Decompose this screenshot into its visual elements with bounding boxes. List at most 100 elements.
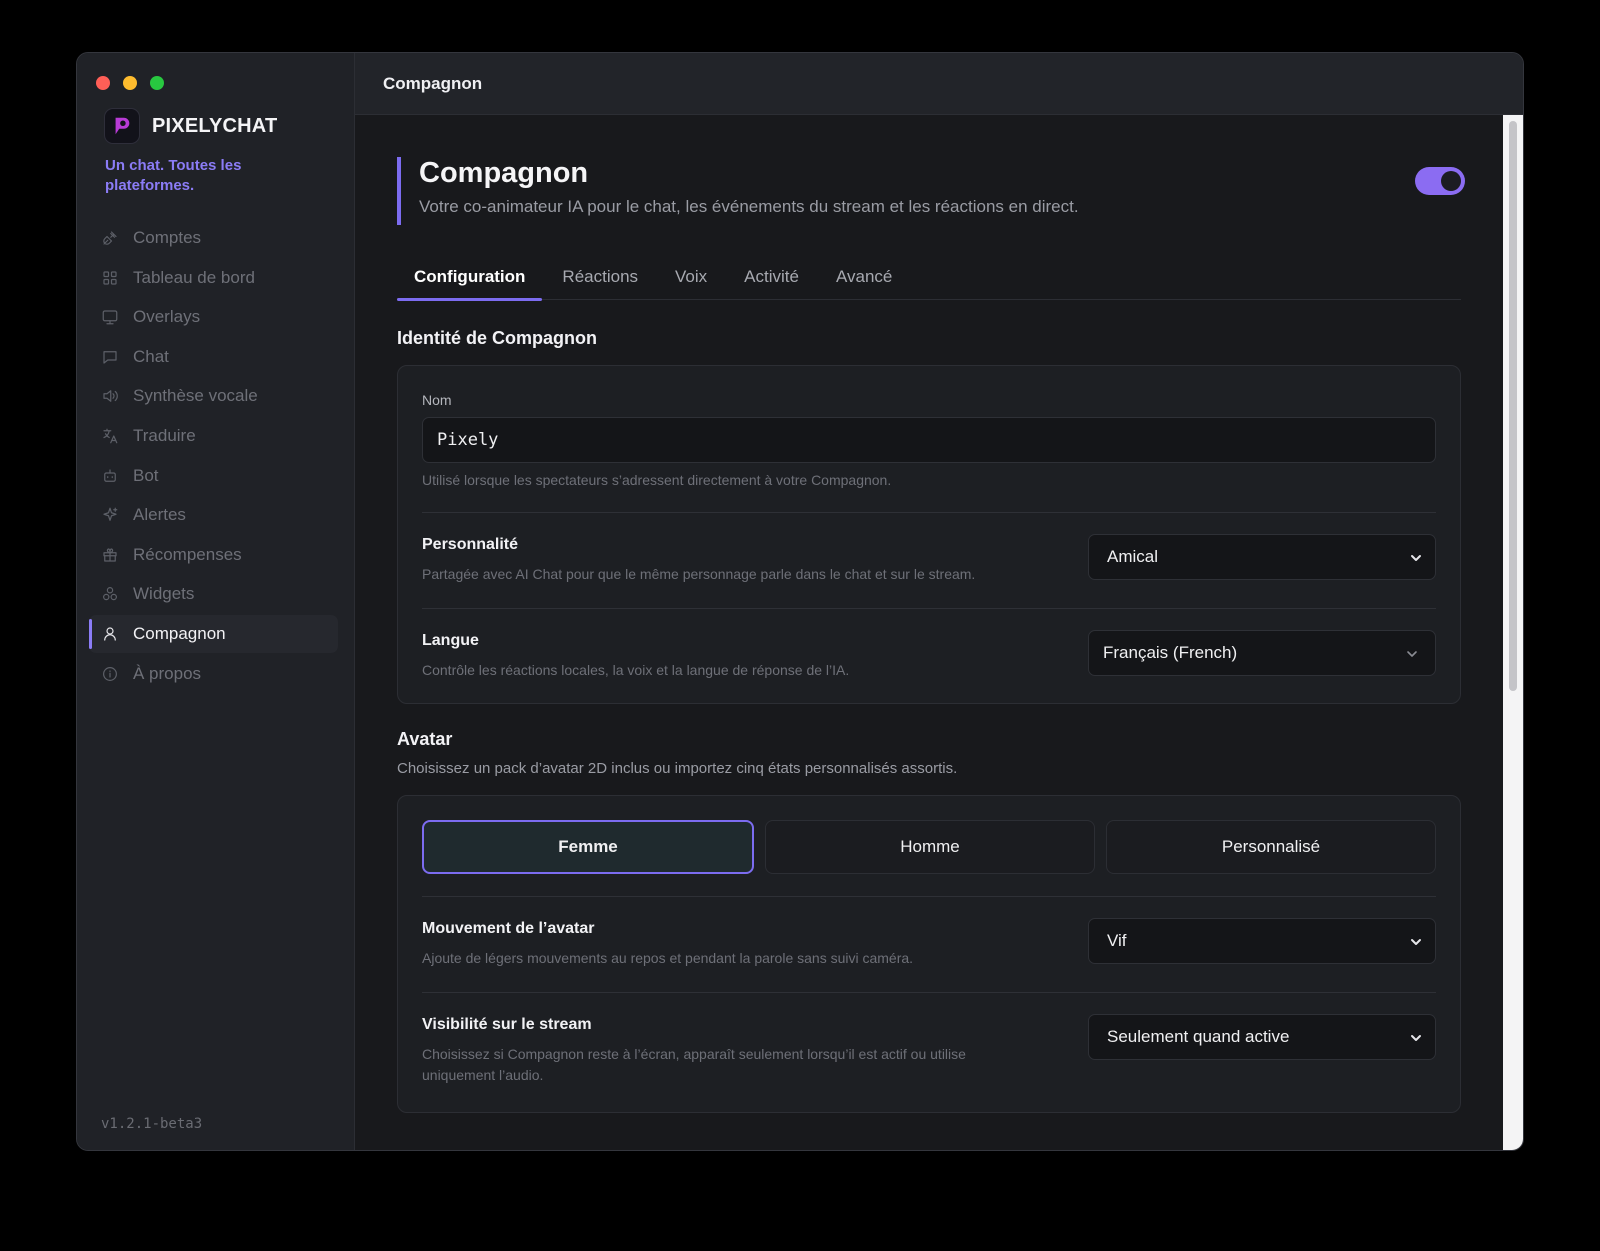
avatar-card: Femme Homme Personnalisé Mouvement de l’… bbox=[397, 795, 1461, 1113]
sidebar-item-label: Widgets bbox=[133, 584, 195, 604]
sidebar-item-recompenses[interactable]: Récompenses bbox=[89, 536, 338, 574]
companion-enable-toggle[interactable] bbox=[1415, 167, 1465, 195]
info-icon bbox=[103, 666, 117, 681]
avatar-option-personnalise[interactable]: Personnalisé bbox=[1106, 820, 1436, 874]
language-title: Langue bbox=[422, 632, 479, 649]
avatar-pack-selector: Femme Homme Personnalisé bbox=[422, 820, 1436, 874]
window-title: Compagnon bbox=[355, 53, 1523, 115]
chevron-down-icon bbox=[1409, 934, 1423, 954]
avatar-option-homme[interactable]: Homme bbox=[765, 820, 1095, 874]
identity-section-title: Identité de Compagnon bbox=[397, 328, 597, 348]
tab-configuration[interactable]: Configuration bbox=[397, 255, 543, 301]
content-scroll-area[interactable]: Compagnon Votre co-animateur IA pour le … bbox=[355, 115, 1503, 1150]
tab-reactions[interactable]: Réactions bbox=[545, 255, 655, 300]
chevron-down-icon bbox=[1409, 550, 1423, 570]
avatar-option-femme[interactable]: Femme bbox=[422, 820, 754, 874]
sidebar-item-compagnon[interactable]: Compagnon bbox=[89, 614, 338, 653]
chat-bubble-icon bbox=[103, 350, 117, 364]
robot-icon bbox=[104, 468, 116, 482]
sidebar-item-chat[interactable]: Chat bbox=[89, 338, 338, 376]
language-hint: Contrôle les réactions locales, la voix … bbox=[422, 662, 850, 678]
sidebar-item-label: Overlays bbox=[133, 307, 201, 327]
avatar-movement-hint: Ajoute de légers mouvements au repos et … bbox=[422, 950, 914, 966]
divider bbox=[422, 608, 1436, 609]
sidebar-item-overlays[interactable]: Overlays bbox=[89, 298, 338, 336]
sidebar-item-label: Compagnon bbox=[133, 623, 226, 643]
sidebar-item-widgets[interactable]: Widgets bbox=[89, 575, 338, 613]
sidebar-nav: Comptes Tableau de bord Overlays Chat Sy… bbox=[89, 219, 338, 694]
divider bbox=[422, 512, 1436, 513]
scrollbar-thumb[interactable] bbox=[1509, 121, 1517, 691]
translate-icon bbox=[103, 428, 118, 444]
avatar-movement-select-value: Vif bbox=[1107, 931, 1127, 950]
tab-bar: Configuration Réactions Voix Activité Av… bbox=[397, 255, 1461, 301]
main-panel: Compagnon Compagnon Votre co-animateur I… bbox=[355, 53, 1523, 1150]
sidebar-item-label: Bot bbox=[133, 465, 159, 485]
name-input[interactable] bbox=[422, 417, 1436, 463]
sidebar-item-bot[interactable]: Bot bbox=[89, 457, 338, 495]
sidebar-item-label: Chat bbox=[133, 346, 169, 366]
stream-visibility-title: Visibilité sur le stream bbox=[422, 1016, 592, 1033]
vertical-scrollbar[interactable] bbox=[1503, 115, 1523, 1150]
name-field-label: Nom bbox=[422, 392, 452, 408]
sidebar-item-label: Alertes bbox=[133, 505, 186, 525]
sidebar-item-label: Comptes bbox=[133, 228, 202, 247]
sidebar-item-label: Récompenses bbox=[133, 544, 242, 564]
page-title: Compagnon bbox=[419, 157, 589, 189]
stream-visibility-select[interactable]: Seulement quand active bbox=[1088, 1014, 1436, 1060]
window-controls bbox=[96, 76, 164, 90]
identity-card: Nom Utilisé lorsque les spectateurs s’ad… bbox=[397, 365, 1461, 704]
avatar-section-desc: Choisissez un pack d’avatar 2D inclus ou… bbox=[397, 760, 958, 777]
page-header: Compagnon Votre co-animateur IA pour le … bbox=[397, 157, 1465, 225]
monitor-icon bbox=[102, 310, 118, 325]
tab-voix[interactable]: Voix bbox=[658, 255, 724, 300]
avatar-section-title: Avatar bbox=[397, 729, 453, 749]
gift-icon bbox=[103, 548, 117, 562]
sidebar-item-synthese-vocale[interactable]: Synthèse vocale bbox=[89, 377, 338, 415]
toggle-knob bbox=[1441, 171, 1461, 191]
sidebar-item-tableau-de-bord[interactable]: Tableau de bord bbox=[89, 259, 338, 297]
sidebar: PIXELYCHAT Un chat. Toutes les plateform… bbox=[77, 53, 355, 1150]
personality-select[interactable]: Amical bbox=[1088, 534, 1436, 580]
divider bbox=[422, 992, 1436, 993]
app-logo-icon bbox=[104, 108, 140, 144]
sidebar-item-label: Tableau de bord bbox=[133, 267, 255, 287]
personality-select-value: Amical bbox=[1107, 547, 1159, 566]
sidebar-item-alertes[interactable]: Alertes bbox=[89, 496, 338, 534]
speaker-icon bbox=[103, 390, 118, 403]
tab-avance[interactable]: Avancé bbox=[819, 255, 909, 300]
zoom-window-button[interactable] bbox=[150, 76, 164, 90]
sidebar-item-traduire[interactable]: Traduire bbox=[89, 417, 338, 455]
personality-title: Personnalité bbox=[422, 536, 519, 553]
close-window-button[interactable] bbox=[96, 76, 110, 90]
chevron-down-icon bbox=[1405, 646, 1419, 666]
language-select[interactable]: Français (French) bbox=[1088, 630, 1436, 676]
tab-activite[interactable]: Activité bbox=[727, 255, 816, 300]
sidebar-item-comptes[interactable]: Comptes bbox=[89, 219, 338, 257]
minimize-window-button[interactable] bbox=[123, 76, 137, 90]
app-window: PIXELYCHAT Un chat. Toutes les plateform… bbox=[76, 52, 1524, 1151]
stream-visibility-hint: Choisissez si Compagnon reste à l’écran,… bbox=[422, 1046, 966, 1083]
plug-icon bbox=[103, 231, 117, 245]
chevron-down-icon bbox=[1409, 1030, 1423, 1050]
stream-visibility-select-value: Seulement quand active bbox=[1107, 1027, 1290, 1046]
sidebar-item-label: Synthèse vocale bbox=[133, 386, 258, 406]
sparkle-icon bbox=[103, 507, 118, 522]
avatar-movement-title: Mouvement de l’avatar bbox=[422, 920, 595, 937]
app-tagline: Un chat. Toutes les plateformes. bbox=[105, 157, 242, 194]
language-select-value: Français (French) bbox=[1103, 643, 1238, 662]
app-name: PIXELYCHAT bbox=[152, 114, 278, 137]
divider bbox=[422, 896, 1436, 897]
avatar-movement-select[interactable]: Vif bbox=[1088, 918, 1436, 964]
sidebar-item-label: À propos bbox=[133, 663, 202, 683]
personality-hint: Partagée avec AI Chat pour que le même p… bbox=[422, 566, 976, 582]
sidebar-item-label: Traduire bbox=[133, 425, 196, 445]
grid-icon bbox=[103, 270, 117, 285]
shapes-icon bbox=[103, 587, 117, 601]
name-field-hint: Utilisé lorsque les spectateurs s’adress… bbox=[422, 472, 892, 488]
brand: PIXELYCHAT bbox=[104, 108, 277, 144]
sidebar-item-a-propos[interactable]: À propos bbox=[89, 655, 338, 693]
app-version: v1.2.1-beta3 bbox=[101, 1116, 203, 1132]
user-icon bbox=[104, 627, 116, 641]
page-subtitle: Votre co-animateur IA pour le chat, les … bbox=[419, 197, 1079, 216]
